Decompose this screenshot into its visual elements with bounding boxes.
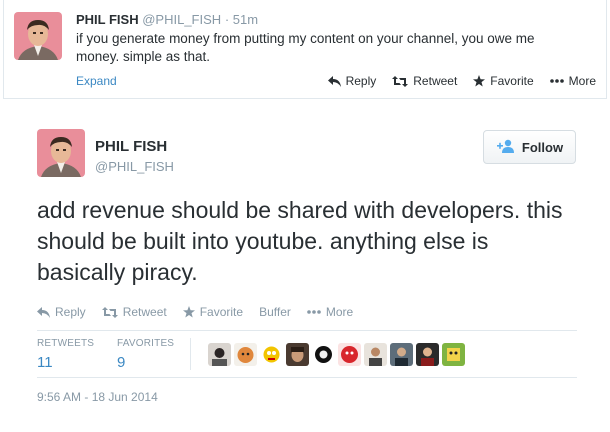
avatar[interactable] [286,343,309,366]
follow-button[interactable]: Follow [483,130,576,164]
avatar[interactable] [416,343,439,366]
more-dots-icon [549,79,564,83]
reply-button[interactable]: Reply [37,305,86,319]
stats-divider [190,338,191,370]
divider [37,330,577,331]
author-name[interactable]: PHIL FISH [76,12,139,27]
reply-icon [327,75,341,87]
reply-button[interactable]: Reply [327,74,377,88]
retweet-label: Retweet [122,305,167,319]
tweet-time[interactable]: 51m [233,12,258,27]
favorite-star-icon [182,306,195,318]
retweet-icon [101,306,118,318]
avatar[interactable] [234,343,257,366]
author-handle[interactable]: @PHIL_FISH [142,12,221,27]
follow-person-icon [496,139,516,156]
author-handle[interactable]: @PHIL_FISH [95,159,174,174]
favorite-button[interactable]: Favorite [473,74,534,88]
tweet-text: add revenue should be shared with develo… [37,197,563,285]
favorite-button[interactable]: Favorite [182,305,244,319]
retweet-label: Retweet [413,74,458,88]
more-label: More [568,74,596,88]
reply-icon [37,306,50,318]
avatar[interactable] [37,129,85,177]
more-dots-icon [307,310,321,314]
tweet-preview[interactable]: PHIL FISH @PHIL_FISH · 51m if you genera… [3,0,607,99]
favorites-count: 9 [117,354,126,371]
retweet-icon [392,75,409,87]
buffer-label: Buffer [259,305,291,319]
retweets-count: 11 [37,354,53,371]
more-button[interactable]: More [307,305,353,319]
author-name[interactable]: PHIL FISH [95,138,167,155]
expand-link[interactable]: Expand [76,74,117,88]
reply-label: Reply [55,305,86,319]
avatar[interactable] [338,343,361,366]
favoriters-avatars [208,343,465,366]
buffer-button[interactable]: Buffer [259,305,291,319]
avatar[interactable] [208,343,231,366]
retweet-button[interactable]: Retweet [101,305,167,319]
avatar[interactable] [260,343,283,366]
reply-label: Reply [345,74,377,88]
tweet-actions: Reply Retweet Favorite More [327,74,596,88]
retweets-stat[interactable]: RETWEETS 11 [37,338,94,371]
avatar[interactable] [442,343,465,366]
tweet-actions: Reply Retweet Favorite Buffer More [37,305,353,319]
favorites-label: FAVORITES [117,338,175,349]
favorite-label: Favorite [199,305,244,319]
tweet-timestamp[interactable]: 9:56 AM - 18 Jun 2014 [37,390,158,404]
retweet-button[interactable]: Retweet [392,74,457,88]
avatar[interactable] [390,343,413,366]
favorite-star-icon [473,75,486,87]
separator-dot: · [224,12,230,27]
follow-label: Follow [521,139,564,155]
avatar[interactable] [312,343,335,366]
more-label: More [325,305,354,319]
retweets-label: RETWEETS [37,338,95,349]
more-button[interactable]: More [549,74,596,88]
avatar[interactable] [14,12,62,60]
favorite-label: Favorite [490,74,534,88]
tweet-header: PHIL FISH @PHIL_FISH · 51m [76,12,258,27]
favorites-stat[interactable]: FAVORITES 9 [117,338,174,371]
tweet-text: if you generate money from putting my co… [76,31,535,64]
avatar[interactable] [364,343,387,366]
divider [37,377,577,378]
